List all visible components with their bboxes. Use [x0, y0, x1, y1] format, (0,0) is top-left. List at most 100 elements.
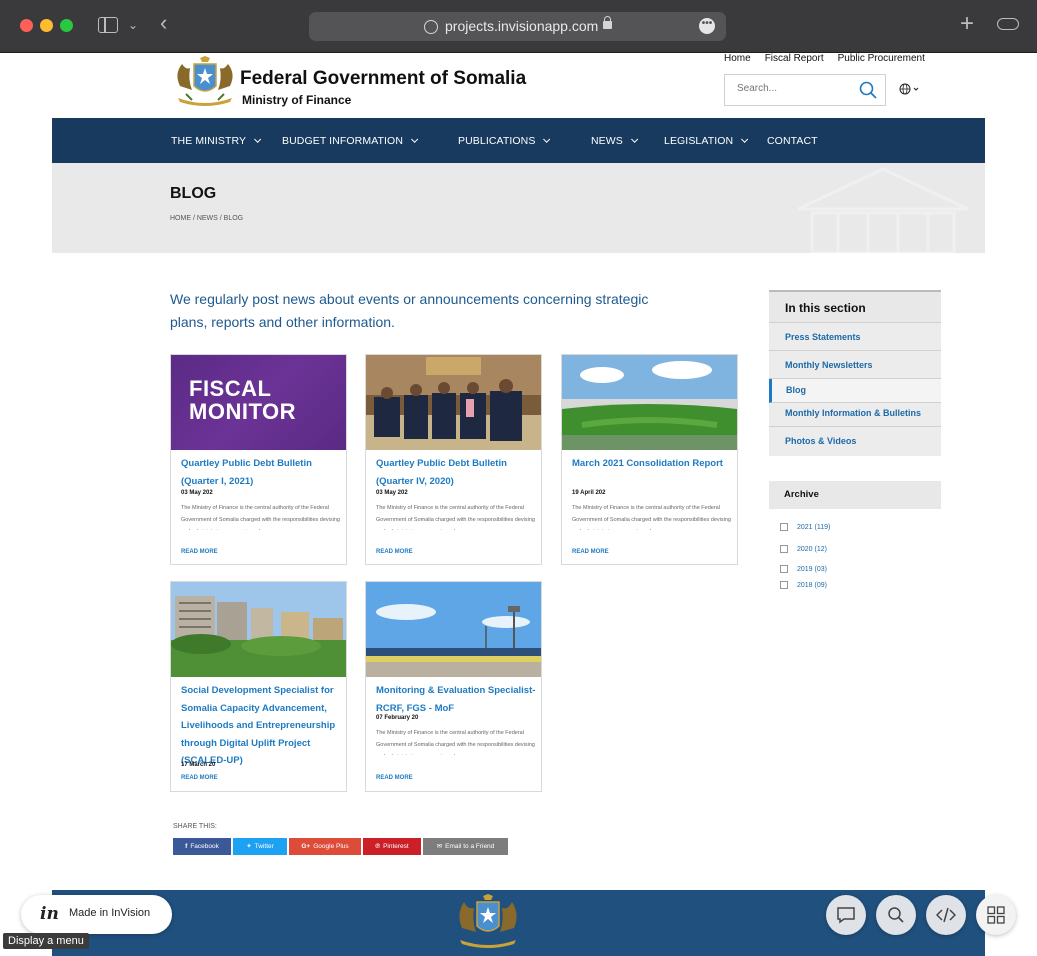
- toplink-fiscal-report[interactable]: Fiscal Report: [765, 53, 824, 64]
- checkbox[interactable]: [780, 545, 788, 553]
- nav-the-ministry[interactable]: THE MINISTRY: [171, 135, 262, 147]
- new-tab-plus-icon[interactable]: +: [960, 12, 974, 36]
- card-image-city-buildings[interactable]: [171, 582, 346, 677]
- card-title[interactable]: Quartley Public Debt Bulletin (Quarter I…: [181, 455, 343, 490]
- archive-item[interactable]: 2021 (119): [780, 523, 830, 531]
- blog-card[interactable]: Quartley Public Debt Bulletin (Quarter I…: [365, 354, 542, 565]
- card-date: 19 April 202: [572, 490, 606, 496]
- nav-label: THE MINISTRY: [171, 135, 247, 147]
- archive-label[interactable]: 2021 (119): [797, 524, 830, 531]
- archive-label[interactable]: 2018 (09): [797, 582, 827, 589]
- made-in-invision-badge[interactable]: in Made in InVision: [21, 895, 172, 934]
- read-more-link[interactable]: READ MORE: [181, 775, 218, 781]
- more-options-icon[interactable]: •••: [699, 18, 715, 34]
- archive-label[interactable]: 2019 (03): [797, 566, 827, 573]
- nav-label: LEGISLATION: [664, 135, 734, 147]
- back-arrow-icon[interactable]: ‹: [160, 12, 167, 34]
- screens-grid-button[interactable]: [976, 895, 1016, 935]
- cloud-icon[interactable]: [997, 18, 1019, 30]
- search-input[interactable]: [737, 83, 847, 94]
- chevron-down-icon: [741, 135, 749, 143]
- sidebar-item-blog[interactable]: Blog: [769, 379, 941, 403]
- sidebar-item-press-statements[interactable]: Press Statements: [769, 323, 941, 351]
- chevron-down-icon[interactable]: ⌄: [128, 17, 138, 33]
- sidebar-toggle-icon[interactable]: [98, 17, 118, 33]
- minimize-window-button[interactable]: [40, 19, 53, 32]
- archive-label[interactable]: 2020 (12): [797, 546, 827, 553]
- coat-of-arms-logo[interactable]: [172, 56, 238, 108]
- nav-news[interactable]: NEWS: [591, 135, 639, 147]
- card-excerpt: The Ministry of Finance is the central a…: [572, 505, 731, 530]
- card-image-fiscal-monitor[interactable]: FISCAL MONITOR: [171, 355, 346, 450]
- card-date: 03 May 202: [181, 490, 213, 496]
- search-icon[interactable]: [859, 81, 877, 99]
- archive-item[interactable]: 2019 (03): [780, 565, 827, 573]
- toplink-home[interactable]: Home: [724, 53, 751, 64]
- chevron-down-icon: [630, 135, 639, 143]
- archive-item[interactable]: 2020 (12): [780, 545, 827, 553]
- share-email-button[interactable]: ✉ Email to a Friend: [423, 838, 508, 855]
- chevron-down-icon: [411, 135, 419, 143]
- share-button-label: Google Plus: [313, 843, 349, 850]
- main-navigation: THE MINISTRY BUDGET INFORMATION PUBLICAT…: [52, 118, 985, 163]
- in-this-section-box: In this section Press Statements Monthly…: [769, 290, 941, 456]
- address-bar[interactable]: projects.invisionapp.com •••: [309, 12, 726, 41]
- nav-label: BUDGET INFORMATION: [282, 135, 403, 147]
- nav-budget-information[interactable]: BUDGET INFORMATION: [282, 135, 419, 147]
- blog-card[interactable]: March 2021 Consolidation Report 19 April…: [561, 354, 738, 565]
- card-title[interactable]: Quartley Public Debt Bulletin (Quarter I…: [376, 455, 538, 490]
- pinterest-icon: ℗: [375, 843, 381, 850]
- in-this-section-heading: In this section: [769, 292, 941, 323]
- nav-label: PUBLICATIONS: [458, 135, 536, 147]
- card-date: 07 February 20: [376, 715, 419, 721]
- card-title[interactable]: March 2021 Consolidation Report: [572, 455, 734, 473]
- sidebar-item-photos-videos[interactable]: Photos & Videos: [769, 427, 941, 456]
- blog-card[interactable]: Monitoring & Evaluation Specialist-RCRF,…: [365, 581, 542, 792]
- lock-icon: [603, 16, 612, 29]
- archive-item[interactable]: 2018 (09): [780, 581, 827, 589]
- blog-card[interactable]: FISCAL MONITOR Quartley Public Debt Bull…: [170, 354, 347, 565]
- google-plus-icon: G+: [301, 843, 311, 850]
- browser-toolbar: ⌄ ‹ projects.invisionapp.com ••• +: [0, 0, 1037, 53]
- nav-contact[interactable]: CONTACT: [767, 135, 818, 147]
- card-title[interactable]: Social Development Specialist for Somali…: [181, 682, 343, 770]
- archive-heading: Archive: [769, 481, 941, 509]
- breadcrumb[interactable]: HOME / NEWS / BLOG: [170, 215, 243, 222]
- sidebar-item-monthly-newsletters[interactable]: Monthly Newsletters: [769, 351, 941, 379]
- toplink-public-procurement[interactable]: Public Procurement: [838, 53, 925, 64]
- sidebar-item-monthly-information[interactable]: Monthly Information & Bulletins: [769, 403, 941, 427]
- inspect-zoom-button[interactable]: [876, 895, 916, 935]
- card-image-stadium-exterior[interactable]: [366, 582, 541, 677]
- language-globe-icon[interactable]: [899, 82, 921, 96]
- checkbox[interactable]: [780, 523, 788, 531]
- nav-label: CONTACT: [767, 135, 818, 147]
- building-watermark-graphic: [798, 167, 968, 253]
- nav-publications[interactable]: PUBLICATIONS: [458, 135, 551, 147]
- share-twitter-button[interactable]: ✦ Twitter: [233, 838, 287, 855]
- read-more-link[interactable]: READ MORE: [376, 549, 413, 555]
- coat-of-arms-footer-logo: [459, 894, 517, 948]
- blog-card[interactable]: Social Development Specialist for Somali…: [170, 581, 347, 792]
- code-inspect-button[interactable]: [926, 895, 966, 935]
- fiscal-monitor-image-text: FISCAL MONITOR: [189, 376, 296, 424]
- checkbox[interactable]: [780, 581, 788, 589]
- card-image-officials-meeting[interactable]: [366, 355, 541, 450]
- checkbox[interactable]: [780, 565, 788, 573]
- nav-legislation[interactable]: LEGISLATION: [664, 135, 749, 147]
- share-facebook-button[interactable]: f Facebook: [173, 838, 231, 855]
- share-button-label: Pinterest: [383, 843, 409, 850]
- zoom-window-button[interactable]: [60, 19, 73, 32]
- intro-text: We regularly post news about events or a…: [170, 291, 649, 330]
- page-title: BLOG: [170, 185, 217, 202]
- card-title[interactable]: Monitoring & Evaluation Specialist-RCRF,…: [376, 682, 538, 717]
- close-window-button[interactable]: [20, 19, 33, 32]
- read-more-link[interactable]: READ MORE: [572, 549, 609, 555]
- share-google-plus-button[interactable]: G+ Google Plus: [289, 838, 361, 855]
- card-image-stadium[interactable]: [562, 355, 737, 450]
- comment-button[interactable]: [826, 895, 866, 935]
- read-more-link[interactable]: READ MORE: [376, 775, 413, 781]
- url-text[interactable]: projects.invisionapp.com: [445, 18, 598, 34]
- read-more-link[interactable]: READ MORE: [181, 549, 218, 555]
- share-pinterest-button[interactable]: ℗ Pinterest: [363, 838, 421, 855]
- site-title[interactable]: Federal Government of Somalia: [240, 68, 526, 90]
